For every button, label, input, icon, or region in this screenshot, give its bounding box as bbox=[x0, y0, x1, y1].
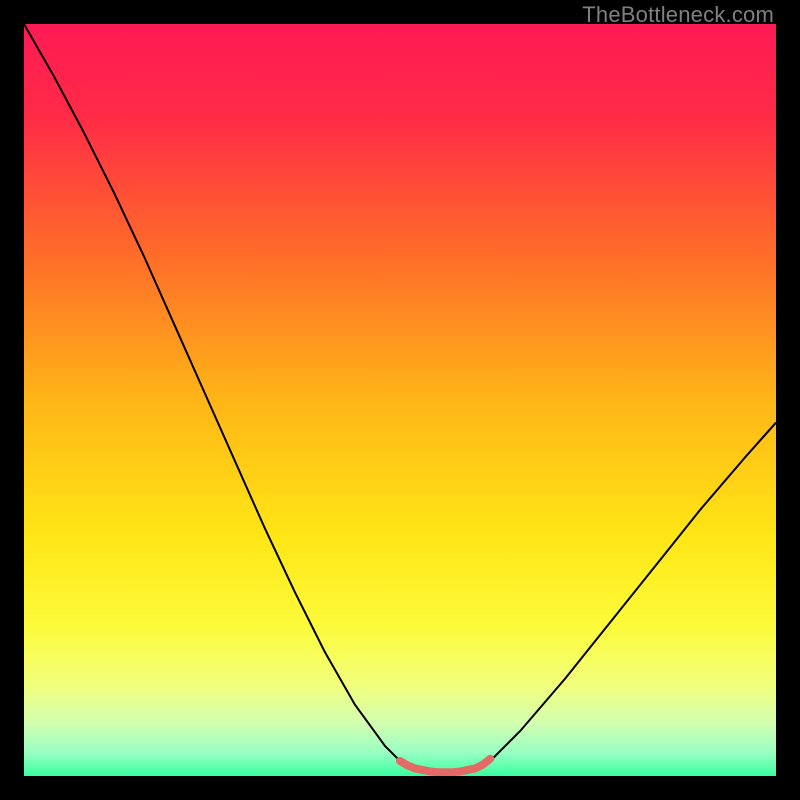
chart-frame bbox=[24, 24, 776, 776]
gradient-background bbox=[24, 24, 776, 776]
watermark-text: TheBottleneck.com bbox=[582, 2, 774, 28]
bottleneck-chart bbox=[24, 24, 776, 776]
